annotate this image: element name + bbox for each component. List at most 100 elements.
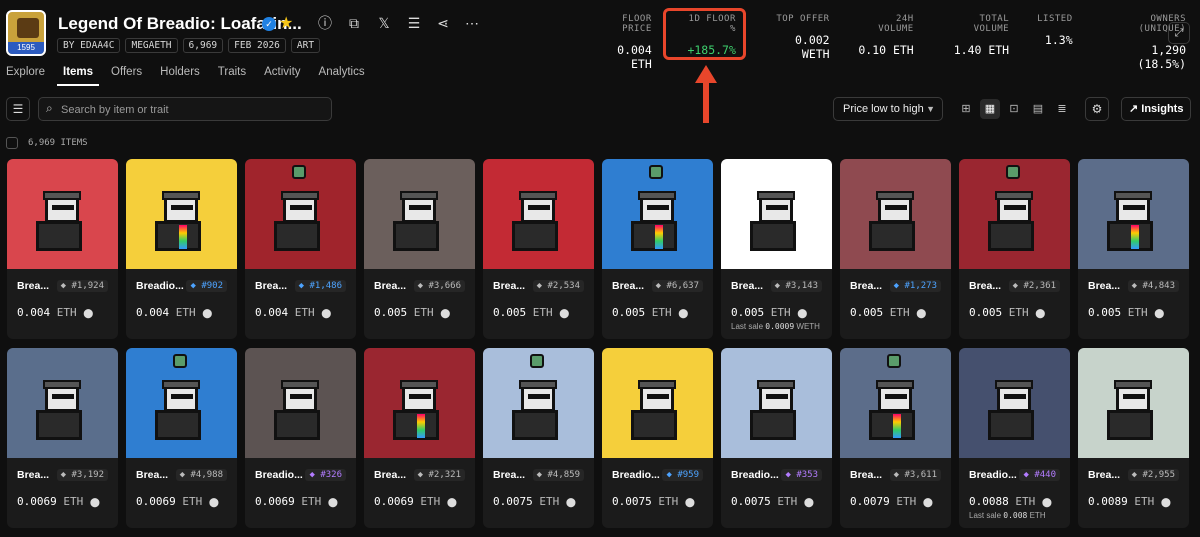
item-card[interactable]: Brea... ◆ #1,924 0.004 ETH ⬤ [7,159,118,339]
token-badge: ◆ #902 [186,280,227,292]
item-card[interactable]: Brea... ◆ #3,666 0.005 ETH ⬤ [364,159,475,339]
item-card[interactable]: Breadio... ◆ #902 0.004 ETH ⬤ [126,159,237,339]
item-price: 0.005 ETH ⬤ [850,306,927,319]
item-meta: Brea... ◆ #2,321 0.0069 ETH ⬤ [364,458,475,508]
filter-icon[interactable]: ☰ [6,97,30,121]
info-icon[interactable]: ⓘ [314,12,336,34]
tab-bar: Explore Items Offers Holders Traits Acti… [0,66,377,86]
item-card[interactable]: Breadio... ◆ #353 0.0075 ETH ⬤ [721,348,832,528]
token-badge: ◆ #959 [662,469,703,481]
item-card[interactable]: Brea... ◆ #4,859 0.0075 ETH ⬤ [483,348,594,528]
item-price: 0.005 ETH ⬤ [493,306,570,319]
item-card[interactable]: Brea... ◆ #4,988 0.0069 ETH ⬤ [126,348,237,528]
rarity-icon: ◆ [774,281,786,291]
item-card[interactable]: Breadio... ◆ #440 0.0088 ETH ⬤ Last sale… [959,348,1070,528]
item-card[interactable]: Brea... ◆ #1,273 0.005 ETH ⬤ [840,159,951,339]
item-image [840,348,951,458]
list-icon[interactable]: ▤ [1028,99,1048,119]
item-meta: Breadio... ◆ #440 0.0088 ETH ⬤ Last sale… [959,458,1070,520]
item-card[interactable]: Brea... ◆ #1,486 0.004 ETH ⬤ [245,159,356,339]
tab-traits[interactable]: Traits [212,66,252,86]
token-badge: ◆ #2,534 [532,280,584,292]
token-badge: ◆ #4,859 [532,469,584,481]
tab-holders[interactable]: Holders [154,66,206,86]
tab-activity[interactable]: Activity [258,66,306,86]
stack-icon[interactable]: ☰ [403,12,425,34]
chain-chip[interactable]: MEGAETH [125,38,178,53]
item-price: 0.0069 ETH ⬤ [17,495,100,508]
grid-large-icon[interactable]: ⊡ [1004,99,1024,119]
sort-dropdown[interactable]: Price low to high ▼ [833,97,943,121]
item-price: 0.004 ETH ⬤ [17,306,94,319]
select-all-checkbox[interactable] [6,137,18,149]
item-card[interactable]: Brea... ◆ #3,192 0.0069 ETH ⬤ [7,348,118,528]
eth-icon: ⬤ [678,309,689,319]
eth-icon: ⬤ [83,309,94,319]
gear-icon[interactable]: ⚙ [1085,97,1109,121]
chevron-down-icon: ▼ [926,104,935,114]
items-toolbar: ☰ ⌕ Price low to high ▼ ⊞ ▦ ⊡ ▤ ≣ ⚙ ↗ In… [0,97,1200,123]
item-price: 0.0088 ETH ⬤ [969,495,1052,508]
eth-icon: ⬤ [1035,309,1046,319]
item-card[interactable]: Brea... ◆ #2,361 0.005 ETH ⬤ [959,159,1070,339]
eth-icon: ⬤ [208,498,219,508]
item-art [629,380,687,442]
item-image [959,159,1070,269]
item-card[interactable]: Brea... ◆ #3,143 0.005 ETH ⬤ Last sale 0… [721,159,832,339]
token-badge: ◆ #3,143 [770,280,822,292]
item-meta: Breadio... ◆ #326 0.0069 ETH ⬤ [245,458,356,508]
item-card[interactable]: Brea... ◆ #4,843 0.005 ETH ⬤ [1078,159,1189,339]
tab-explore[interactable]: Explore [0,66,51,86]
rarity-icon: ◆ [655,281,667,291]
collection-header: 1595 Legend Of Breadio: Loafarin... ✓ ★ … [0,0,1200,71]
item-price: 0.005 ETH ⬤ [612,306,689,319]
item-art [391,191,449,253]
item-card[interactable]: Breadio... ◆ #326 0.0069 ETH ⬤ [245,348,356,528]
item-name: Brea... [731,280,764,292]
expand-icon[interactable]: ⤢ [1168,22,1190,44]
item-card[interactable]: Breadio... ◆ #959 0.0075 ETH ⬤ [602,348,713,528]
highlight-box [663,8,746,60]
item-art [510,191,568,253]
tab-offers[interactable]: Offers [105,66,148,86]
item-meta: Brea... ◆ #1,924 0.004 ETH ⬤ [7,269,118,319]
search-input[interactable] [61,101,321,118]
grid-small-icon[interactable]: ⊞ [956,99,976,119]
item-image [721,348,832,458]
item-art [391,380,449,442]
item-card[interactable]: Brea... ◆ #2,955 0.0089 ETH ⬤ [1078,348,1189,528]
category-chip[interactable]: ART [290,38,321,53]
tab-analytics[interactable]: Analytics [313,66,371,86]
rarity-icon: ◆ [60,281,72,291]
item-meta: Breadio... ◆ #902 0.004 ETH ⬤ [126,269,237,319]
item-meta: Breadio... ◆ #353 0.0075 ETH ⬤ [721,458,832,508]
item-meta: Brea... ◆ #3,192 0.0069 ETH ⬤ [7,458,118,508]
item-card[interactable]: Brea... ◆ #3,611 0.0079 ETH ⬤ [840,348,951,528]
item-card[interactable]: Brea... ◆ #2,534 0.005 ETH ⬤ [483,159,594,339]
item-meta: Brea... ◆ #2,361 0.005 ETH ⬤ [959,269,1070,319]
table-icon[interactable]: ≣ [1052,99,1072,119]
grid-medium-icon[interactable]: ▦ [980,99,1000,119]
item-image [7,159,118,269]
item-price: 0.0089 ETH ⬤ [1088,495,1171,508]
item-name: Breadio... [255,469,303,481]
view-toggle: ⊞ ▦ ⊡ ▤ ≣ [956,99,1072,119]
collection-logo[interactable]: 1595 [6,10,46,56]
tab-items[interactable]: Items [57,66,100,86]
item-card[interactable]: Brea... ◆ #6,637 0.005 ETH ⬤ [602,159,713,339]
x-icon[interactable]: 𝕏 [373,12,395,34]
item-price: 0.0069 ETH ⬤ [374,495,457,508]
star-icon[interactable]: ★ [279,13,293,33]
share-icon[interactable]: ⋖ [432,12,454,34]
item-name: Brea... [1088,280,1121,292]
item-price: 0.0075 ETH ⬤ [493,495,576,508]
item-image [245,348,356,458]
more-icon[interactable]: ⋯ [461,12,483,34]
item-card[interactable]: Brea... ◆ #2,321 0.0069 ETH ⬤ [364,348,475,528]
item-art [34,191,92,253]
item-art [34,380,92,442]
creator-chip[interactable]: BY EDAA4C [57,38,121,53]
item-image [1078,159,1189,269]
insights-button[interactable]: ↗ Insights [1121,97,1191,121]
copy-icon[interactable]: ⧉ [343,12,365,34]
